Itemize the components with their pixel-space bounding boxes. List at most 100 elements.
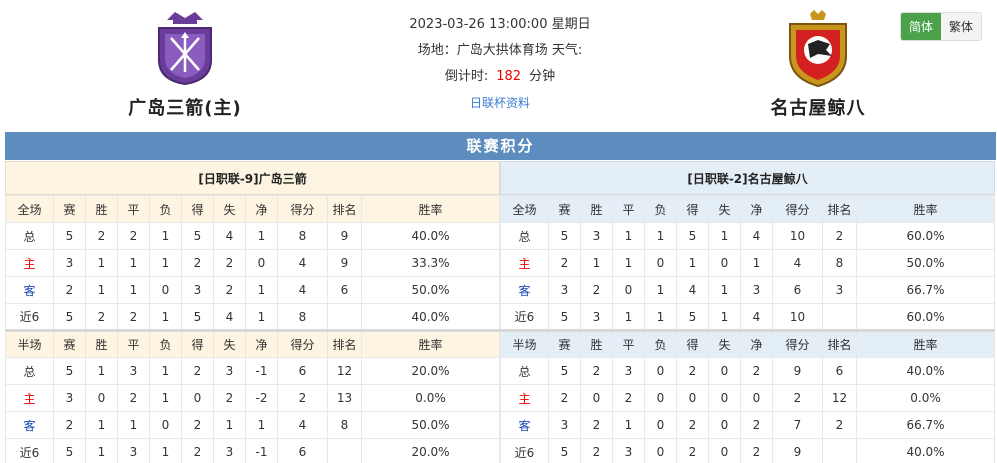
column-header: 平 bbox=[612, 329, 645, 358]
column-header: 得分 bbox=[772, 195, 823, 223]
table-cell: 1 bbox=[612, 222, 645, 250]
table-cell: 3 bbox=[740, 276, 773, 304]
column-header: 失 bbox=[213, 329, 246, 358]
table-cell bbox=[822, 303, 857, 331]
column-header: 净 bbox=[740, 329, 773, 358]
table-cell: 5 bbox=[548, 222, 581, 250]
column-header: 负 bbox=[644, 195, 677, 223]
table-cell: 1 bbox=[708, 276, 741, 304]
table-cell: 0 bbox=[740, 384, 773, 412]
traditional-chinese-button[interactable]: 繁体 bbox=[941, 13, 982, 40]
table-cell: 13 bbox=[327, 384, 362, 412]
countdown-value: 182 bbox=[496, 69, 522, 84]
table-cell: 1 bbox=[245, 303, 278, 331]
table-cell: 1 bbox=[149, 222, 182, 250]
table-cell: 3 bbox=[580, 222, 613, 250]
standings-header-row: 全场赛胜平负得失净得分 排名 胜率 bbox=[5, 195, 500, 223]
column-header: 得分 bbox=[277, 195, 328, 223]
table-cell: 2 bbox=[580, 411, 613, 439]
table-cell: 3 bbox=[117, 357, 150, 385]
table-cell: 9 bbox=[327, 249, 362, 277]
table-cell: 0 bbox=[644, 438, 677, 463]
table-cell: 2 bbox=[548, 384, 581, 412]
table-cell: 0 bbox=[644, 357, 677, 385]
column-header: 排名 bbox=[822, 329, 857, 358]
table-cell: 12 bbox=[327, 357, 362, 385]
table-cell: 0 bbox=[708, 438, 741, 463]
table-cell: 0 bbox=[612, 276, 645, 304]
table-cell: 2 bbox=[740, 438, 773, 463]
table-cell: 2 bbox=[213, 384, 246, 412]
column-header: 得分 bbox=[277, 329, 328, 358]
table-cell: 8 bbox=[277, 222, 328, 250]
away-team[interactable]: 名古屋鲸八 bbox=[738, 8, 898, 120]
table-row: 近6 5 3 1 1 5 1 4 10 60.0% bbox=[500, 303, 995, 331]
table-cell: 1 bbox=[117, 249, 150, 277]
table-row: 主 3 0 2 1 0 2 -2 2 13 0.0% bbox=[5, 384, 500, 412]
table-cell: 1 bbox=[149, 357, 182, 385]
row-label: 主 bbox=[5, 249, 54, 277]
table-cell: 3 bbox=[181, 276, 214, 304]
nagoya-grampus-crest-icon bbox=[789, 10, 847, 88]
table-cell: 4 bbox=[740, 303, 773, 331]
table-cell: 0 bbox=[245, 249, 278, 277]
table-cell: 6 bbox=[772, 276, 823, 304]
table-cell: 2 bbox=[181, 438, 214, 463]
table-cell: 9 bbox=[772, 357, 823, 385]
table-cell: 3 bbox=[117, 438, 150, 463]
table-cell: 1 bbox=[245, 222, 278, 250]
table-row: 总 5 2 3 0 2 0 2 9 6 40.0% bbox=[500, 357, 995, 385]
column-header: 平 bbox=[612, 195, 645, 223]
table-cell: 8 bbox=[327, 411, 362, 439]
row-label: 总 bbox=[500, 222, 549, 250]
table-cell: 5 bbox=[548, 357, 581, 385]
table-cell: 2 bbox=[580, 357, 613, 385]
standings-header-row: 全场赛胜平负得失净得分 排名 胜率 bbox=[500, 195, 995, 223]
column-header: 得 bbox=[676, 195, 709, 223]
home-team[interactable]: 广岛三箭(主) bbox=[105, 8, 265, 120]
column-header: 得 bbox=[181, 329, 214, 358]
table-cell: 4 bbox=[213, 303, 246, 331]
table-cell: 1 bbox=[708, 303, 741, 331]
table-cell: 1 bbox=[213, 411, 246, 439]
simplified-chinese-button[interactable]: 简体 bbox=[901, 13, 942, 40]
row-label: 客 bbox=[500, 276, 549, 304]
table-row: 客 3 2 1 0 2 0 2 7 2 66.7% bbox=[500, 411, 995, 439]
column-header: 得 bbox=[676, 329, 709, 358]
table-cell: 0 bbox=[644, 411, 677, 439]
table-cell: 2 bbox=[213, 276, 246, 304]
table-cell: 2 bbox=[277, 384, 328, 412]
row-label: 主 bbox=[500, 249, 549, 277]
column-header: 失 bbox=[213, 195, 246, 223]
table-cell: 0 bbox=[708, 411, 741, 439]
column-header: 得 bbox=[181, 195, 214, 223]
table-cell: 2 bbox=[580, 438, 613, 463]
table-cell: 2 bbox=[53, 276, 86, 304]
away-team-name: 名古屋鲸八 bbox=[770, 98, 866, 119]
away-panel-title: [日职联-2]名古屋鲸八 bbox=[500, 161, 995, 195]
table-cell: 40.0% bbox=[856, 357, 995, 385]
table-cell: 2 bbox=[612, 384, 645, 412]
table-cell: 66.7% bbox=[856, 411, 995, 439]
table-cell: 5 bbox=[676, 222, 709, 250]
table-cell: 3 bbox=[548, 276, 581, 304]
table-cell: 0 bbox=[149, 411, 182, 439]
table-row: 总 5 3 1 1 5 1 4 10 2 60.0% bbox=[500, 222, 995, 250]
table-cell: 1 bbox=[644, 303, 677, 331]
table-cell: 1 bbox=[612, 303, 645, 331]
table-row: 客 2 1 1 0 2 1 1 4 8 50.0% bbox=[5, 411, 500, 439]
table-cell: 2 bbox=[117, 303, 150, 331]
table-cell: 2 bbox=[53, 411, 86, 439]
table-cell: 4 bbox=[277, 249, 328, 277]
table-cell: 1 bbox=[644, 222, 677, 250]
row-label: 主 bbox=[5, 384, 54, 412]
table-cell: 5 bbox=[53, 222, 86, 250]
table-cell: 1 bbox=[612, 249, 645, 277]
table-cell: 3 bbox=[612, 438, 645, 463]
home-panel-title: [日职联-9]广岛三箭 bbox=[5, 161, 500, 195]
table-cell: 0 bbox=[708, 384, 741, 412]
table-cell: 5 bbox=[548, 303, 581, 331]
table-cell: 40.0% bbox=[361, 303, 500, 331]
cup-data-link[interactable]: 日联杯资料 bbox=[350, 90, 650, 116]
table-cell: 20.0% bbox=[361, 438, 500, 463]
